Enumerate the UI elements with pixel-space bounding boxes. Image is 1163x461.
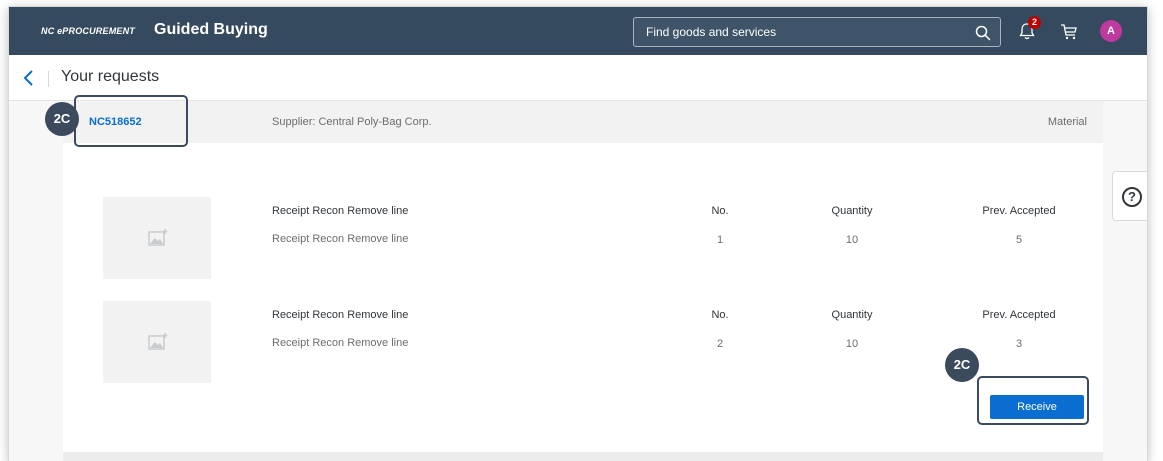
item-description: Receipt Recon Remove line [272,233,409,245]
image-placeholder-icon [148,333,168,350]
item-name: Receipt Recon Remove line [272,309,409,321]
shell-header: NC ePROCUREMENT Guided Buying 2 A [9,7,1147,55]
page-title: Your requests [61,68,160,85]
item-thumbnail [103,197,211,279]
no-header: No. [711,205,729,217]
no-value: 2 [716,338,724,350]
next-card-edge [63,452,1103,461]
quantity-value: 10 [845,234,859,246]
quantity-header: Quantity [831,309,873,321]
quantity-header: Quantity [831,205,873,217]
prev-accepted-value: 5 [1015,234,1023,246]
supplier-label: Supplier: Central Poly-Bag Corp. [272,116,432,128]
request-header: NC518652 Supplier: Central Poly-Bag Corp… [63,101,1103,143]
prev-accepted-header: Prev. Accepted [982,205,1056,217]
search-input[interactable] [634,18,964,46]
notification-badge: 2 [1028,16,1041,29]
prev-accepted-value: 3 [1015,338,1023,350]
callout-highlight-request-id [74,95,188,147]
image-placeholder-icon [148,229,168,246]
no-value: 1 [716,234,724,246]
avatar[interactable]: A [1100,20,1122,42]
help-button[interactable]: ? [1112,171,1147,221]
callout-marker: 2C [45,102,79,136]
callout-marker: 2C [945,348,979,382]
app-title[interactable]: Guided Buying [154,21,268,39]
no-header: No. [711,309,729,321]
item-name: Receipt Recon Remove line [272,205,409,217]
request-type: Material [1047,116,1087,128]
brand-logo: NC ePROCUREMENT [41,26,136,36]
chevron-left-icon[interactable] [21,69,37,87]
help-icon: ? [1122,187,1142,207]
line-item: Receipt Recon Remove line Receipt Recon … [103,197,1083,279]
cart-icon[interactable] [1059,22,1079,42]
search-icon[interactable] [974,24,992,42]
request-card: NC518652 Supplier: Central Poly-Bag Corp… [63,101,1103,461]
line-item: Receipt Recon Remove line Receipt Recon … [103,301,1083,383]
search-bar [633,17,1001,47]
separator [48,71,49,87]
quantity-value: 10 [845,338,859,350]
item-thumbnail [103,301,211,383]
item-description: Receipt Recon Remove line [272,337,409,349]
callout-highlight-receive [977,376,1089,425]
prev-accepted-header: Prev. Accepted [982,309,1056,321]
